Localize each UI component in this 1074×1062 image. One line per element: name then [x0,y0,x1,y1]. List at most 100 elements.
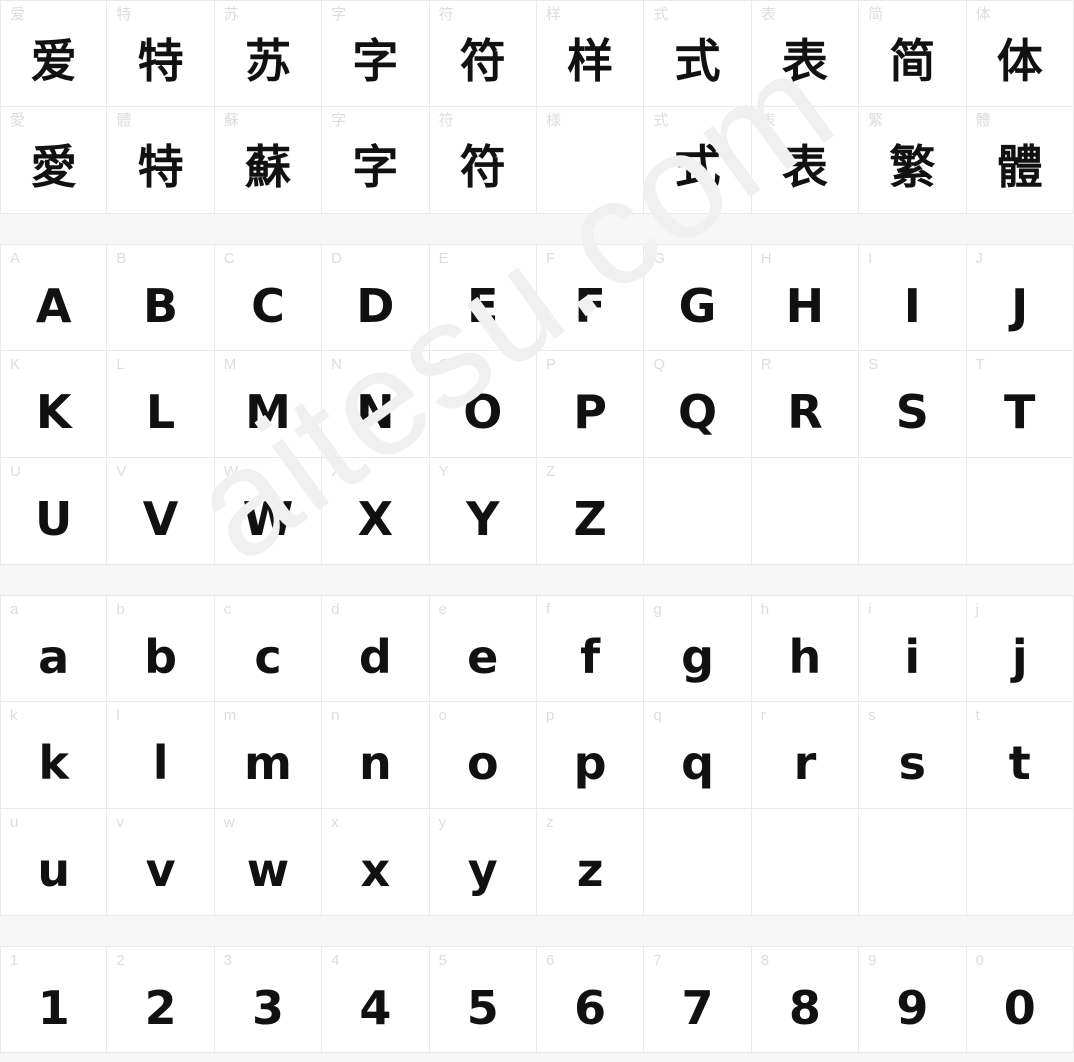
glyph-cell[interactable]: bb [107,595,215,702]
glyph-cell[interactable]: 表表 [751,107,860,214]
glyph-cell[interactable]: 特特 [107,0,215,107]
glyph-cell[interactable]: xx [322,809,430,916]
glyph-cell[interactable]: yy [429,809,537,916]
glyph-cell-sample: 字 [352,33,399,88]
glyph-cell[interactable]: 符符 [429,107,537,214]
glyph-cell[interactable]: QQ [644,351,752,458]
glyph-cell[interactable]: rr [751,702,860,809]
glyph-cell-sample: d [358,629,392,684]
glyph-cell[interactable]: NN [322,351,430,458]
glyph-cell-sample: 式 [674,140,721,194]
glyph-cell[interactable]: 字字 [322,107,430,214]
glyph-cell[interactable]: 體特 [107,107,215,214]
glyph-cell[interactable]: qq [644,702,752,809]
glyph-cell[interactable]: 体体 [966,0,1074,107]
glyph-cell[interactable]: GG [644,244,752,351]
glyph-cell[interactable]: kk [0,702,108,809]
glyph-cell[interactable]: SS [859,351,967,458]
glyph-cell-sample: G [678,278,717,333]
glyph-cell[interactable]: 字字 [322,0,430,107]
glyph-cell[interactable]: OO [429,351,537,458]
glyph-cell[interactable]: mm [214,702,323,809]
glyph-cell[interactable]: 简简 [859,0,967,107]
glyph-cell[interactable]: VV [107,458,215,565]
glyph-cell[interactable]: 00 [966,946,1074,1053]
glyph-cell[interactable]: 體體 [966,107,1074,214]
glyph-cell-sample: 符 [459,140,506,194]
glyph-cell[interactable]: gg [644,595,752,702]
glyph-cell-sample: Y [466,492,500,546]
glyph-cell[interactable]: 蘇蘇 [214,107,323,214]
glyph-cell[interactable]: WW [214,458,323,565]
glyph-cell-sample: B [143,278,179,333]
glyph-cell[interactable]: LL [107,351,215,458]
glyph-cell[interactable]: uu [0,809,108,916]
glyph-cell[interactable]: 77 [644,946,752,1053]
glyph-cell[interactable]: 44 [322,946,430,1053]
glyph-cell-sample: i [904,629,921,684]
glyph-cell[interactable]: aa [0,595,108,702]
glyph-cell-sample [752,809,858,915]
glyph-cell[interactable]: zz [536,809,645,916]
glyph-cell-sample: D [356,278,395,333]
glyph-cell[interactable]: 式式 [644,107,752,214]
glyph-cell[interactable]: CC [214,244,323,351]
glyph-cell[interactable]: 22 [107,946,215,1053]
glyph-cell[interactable]: dd [322,595,430,702]
glyph-cell[interactable]: RR [751,351,860,458]
glyph-cell[interactable]: JJ [966,244,1074,351]
glyph-cell[interactable]: 爱爱 [0,0,108,107]
glyph-cell[interactable]: ww [214,809,323,916]
glyph-cell-sample: r [793,736,817,790]
glyph-cell[interactable]: nn [322,702,430,809]
glyph-cell[interactable]: 66 [536,946,645,1053]
glyph-cell[interactable]: 様 [536,107,645,214]
glyph-cell-sample: 蘇 [244,140,291,194]
glyph-cell[interactable]: ZZ [536,458,645,565]
glyph-cell[interactable]: pp [536,702,645,809]
glyph-cell[interactable]: KK [0,351,108,458]
glyph-cell[interactable]: ee [429,595,537,702]
glyph-cell[interactable]: 88 [751,946,860,1053]
glyph-cell[interactable]: PP [536,351,645,458]
glyph-cell[interactable]: 11 [0,946,108,1053]
glyph-cell[interactable]: 55 [429,946,537,1053]
glyph-cell[interactable]: MM [214,351,323,458]
glyph-cell-sample [537,107,643,213]
glyph-cell[interactable]: BB [107,244,215,351]
glyph-cell[interactable]: 苏苏 [214,0,323,107]
glyph-cell[interactable]: ll [107,702,215,809]
glyph-cell-sample: f [580,629,601,684]
glyph-cell[interactable]: AA [0,244,108,351]
glyph-cell[interactable]: hh [751,595,860,702]
glyph-cell[interactable]: 33 [214,946,323,1053]
glyph-cell[interactable]: vv [107,809,215,916]
glyph-cell[interactable]: UU [0,458,108,565]
glyph-cell[interactable]: TT [966,351,1074,458]
glyph-cell-sample: 4 [359,980,392,1035]
glyph-cell[interactable]: EE [429,244,537,351]
glyph-cell[interactable]: 式式 [644,0,752,107]
glyph-cell[interactable]: 99 [859,946,967,1053]
glyph-cell[interactable]: oo [429,702,537,809]
glyph-cell[interactable]: YY [429,458,537,565]
glyph-cell[interactable]: HH [751,244,860,351]
glyph-cell[interactable]: ss [859,702,967,809]
glyph-cell[interactable]: DD [322,244,430,351]
glyph-cell[interactable]: cc [214,595,323,702]
glyph-cell[interactable]: II [859,244,967,351]
glyph-cell[interactable]: FF [536,244,645,351]
glyph-cell[interactable]: 符符 [429,0,537,107]
glyph-cell[interactable]: ii [859,595,967,702]
glyph-cell-sample: Z [573,492,607,546]
glyph-cell-sample [644,458,750,564]
glyph-cell[interactable]: 繁繁 [859,107,967,214]
glyph-cell[interactable]: 愛愛 [0,107,108,214]
glyph-cell[interactable]: jj [966,595,1074,702]
glyph-cell[interactable]: 样样 [536,0,645,107]
glyph-cell[interactable]: tt [966,702,1074,809]
glyph-cell[interactable]: XX [322,458,430,565]
glyph-cell[interactable]: ff [536,595,645,702]
glyph-cell-sample: V [142,492,179,546]
glyph-cell[interactable]: 表表 [751,0,860,107]
